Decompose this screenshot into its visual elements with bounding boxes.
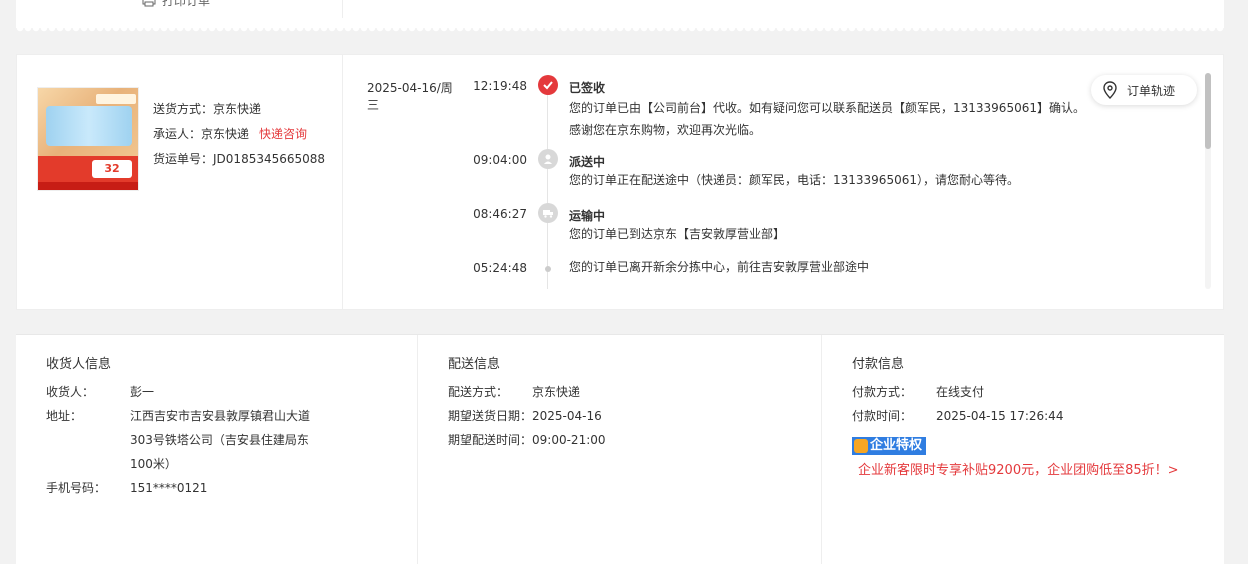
zigzag-divider — [16, 28, 1224, 34]
receiver-phone-value: 151****0121 — [130, 481, 208, 495]
truck-icon — [538, 203, 558, 223]
delivery-method-label: 配送方式： — [448, 385, 509, 399]
receiver-info-title: 收货人信息 — [46, 357, 112, 372]
print-order-button[interactable]: 打印订单 — [142, 0, 210, 8]
courier-inquiry-link[interactable]: 快递咨询 — [259, 122, 307, 147]
receiver-address-label: 地址： — [46, 409, 83, 423]
receiver-info-section: 收货人信息 收货人： 彭一 地址： 江西吉安市吉安县敦厚镇君山大道303号铁塔公司（… — [16, 335, 418, 564]
timeline-description: 您的订单已由【公司前台】代收。如有疑问您可以联系配送员【颜军民，13133965… — [569, 101, 1085, 137]
order-track-label: 订单轨迹 — [1127, 83, 1176, 98]
timeline-scrollbar[interactable] — [1205, 73, 1211, 289]
timeline-time: 05:24:48 — [473, 261, 527, 275]
carrier-value: 京东快递 — [201, 127, 250, 141]
order-info-card: 收货人信息 收货人： 彭一 地址： 江西吉安市吉安县敦厚镇君山大道303号铁塔公司（… — [16, 334, 1224, 564]
shipping-info: 送货方式： 京东快递 承运人： 京东快递 快递咨询 货运单号： JD018534… — [153, 97, 325, 172]
order-actions-card: 打印订单 — [16, 0, 1224, 28]
timeline-time: 12:19:48 — [473, 79, 527, 93]
delivery-time-row: 期望配送时间：09:00-21:00 — [448, 428, 606, 452]
tracking-number-label: 货运单号： — [153, 152, 214, 166]
receiver-name-row: 收货人： 彭一 — [46, 380, 154, 404]
divider — [342, 0, 343, 18]
payment-time-value: 2025-04-15 17:26:44 — [936, 409, 1064, 423]
receiver-name-label: 收货人： — [46, 385, 95, 399]
print-order-label: 打印订单 — [162, 0, 211, 8]
enterprise-promo-link[interactable]: 企业新客限时专享补贴9200元，企业团购低至85折！> — [858, 459, 1179, 478]
enterprise-icon — [854, 439, 868, 453]
delivery-info-section: 配送信息 配送方式： 京东快递 期望送货日期：2025-04-16 期望配送时间：… — [418, 335, 822, 564]
receiver-phone-label: 手机号码： — [46, 481, 107, 495]
payment-time-label: 付款时间： — [852, 409, 913, 423]
timeline-status: 运输中 — [569, 209, 606, 223]
dot-icon — [545, 266, 551, 272]
enterprise-badge-label: 企业特权 — [870, 438, 923, 453]
check-icon — [538, 75, 558, 95]
payment-info-section: 付款信息 付款方式： 在线支付 付款时间： 2025-04-15 17:26:44 … — [822, 335, 1224, 564]
timeline-status: 派送中 — [569, 155, 606, 169]
delivery-icon — [538, 149, 558, 169]
timeline-date: 2025-04-16/周三 — [367, 81, 453, 112]
shipping-summary: 32 送货方式： 京东快递 承运人： 京东快递 快递咨询 货运单号： JD018… — [17, 55, 343, 309]
price-badge: 32 — [92, 160, 132, 178]
delivery-info-title: 配送信息 — [448, 357, 501, 372]
delivery-method-row: 配送方式： 京东快递 — [448, 380, 580, 404]
delivery-method-label: 送货方式： — [153, 102, 214, 116]
timeline-description: 您的订单已到达京东【吉安敦厚营业部】 — [569, 227, 786, 241]
timeline-description: 您的订单已离开新余分拣中心，前往吉安敦厚营业部途中 — [569, 260, 870, 274]
timeline-time: 08:46:27 — [473, 207, 527, 221]
carrier-label: 承运人： — [153, 127, 202, 141]
payment-info-title: 付款信息 — [852, 357, 905, 372]
timeline-description: 您的订单正在配送途中（快递员：颜军民，电话：13133965061），请您耐心等… — [569, 173, 1019, 187]
delivery-date-value: 2025-04-16 — [532, 409, 602, 423]
shipping-card: 32 送货方式： 京东快递 承运人： 京东快递 快递咨询 货运单号： JD018… — [16, 54, 1224, 310]
receiver-name-value: 彭一 — [130, 385, 155, 399]
delivery-method-value: 京东快递 — [532, 385, 581, 399]
delivery-time-label: 期望配送时间： — [448, 433, 533, 447]
receiver-address-value: 江西吉安市吉安县敦厚镇君山大道303号铁塔公司（吉安县住建局东100米） — [130, 409, 311, 471]
order-track-button[interactable]: 订单轨迹 — [1091, 75, 1197, 105]
enterprise-privilege-badge: 企业特权 — [852, 437, 927, 455]
tracking-number-value: JD0185345665088 — [213, 152, 326, 166]
timeline-time: 09:04:00 — [473, 153, 527, 167]
timeline-line — [547, 87, 548, 289]
payment-method-value: 在线支付 — [936, 385, 985, 399]
tracking-timeline: 2025-04-16/周三 12:19:48 已签收 您的订单已由【公司前台】代… — [357, 73, 1107, 297]
printer-icon — [142, 0, 156, 7]
payment-method-label: 付款方式： — [852, 385, 913, 399]
payment-time-row: 付款时间： 2025-04-15 17:26:44 — [852, 404, 1063, 428]
delivery-date-label: 期望送货日期： — [448, 409, 533, 423]
delivery-date-row: 期望送货日期：2025-04-16 — [448, 404, 602, 428]
location-pin-icon — [1103, 81, 1117, 99]
receiver-address-row: 地址： 江西吉安市吉安县敦厚镇君山大道303号铁塔公司（吉安县住建局东100米） — [46, 404, 312, 476]
receiver-phone-row: 手机号码： 151****0121 — [46, 476, 207, 500]
timeline-status: 已签收 — [569, 81, 606, 95]
payment-method-row: 付款方式： 在线支付 — [852, 380, 984, 404]
product-thumbnail[interactable]: 32 — [37, 87, 139, 191]
scrollbar-thumb[interactable] — [1205, 73, 1211, 149]
delivery-method-value: 京东快递 — [213, 102, 262, 116]
delivery-time-value: 09:00-21:00 — [532, 433, 606, 447]
